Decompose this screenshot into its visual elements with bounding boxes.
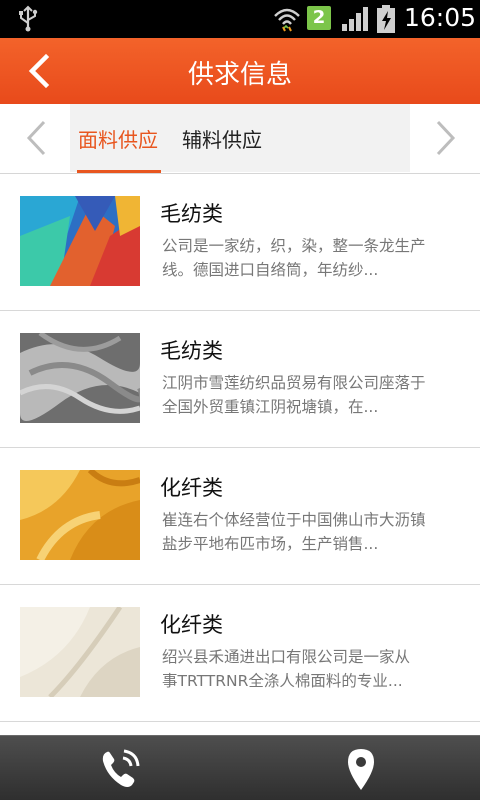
active-tab-indicator	[77, 170, 161, 173]
item-category: 毛纺类	[160, 202, 223, 226]
sim-icon: 2	[307, 6, 331, 30]
phone-icon[interactable]	[97, 746, 143, 792]
tab-accessory-supply[interactable]: 辅料供应	[182, 124, 262, 153]
app-header: 供求信息	[0, 38, 480, 104]
item-description: 崔连右个体经营位于中国佛山市大沥镇 盐步平地布匹市场，生产销售...	[162, 511, 426, 553]
battery-charging-icon	[377, 5, 395, 33]
usb-icon	[19, 5, 38, 32]
product-thumbnail	[20, 196, 140, 286]
list-item[interactable]: 化纤类 绍兴县禾通进出口有限公司是一家从 事TRTTRNR全涤人棉面料的专业..…	[0, 585, 480, 722]
chevron-left-icon	[26, 120, 46, 156]
item-category: 化纤类	[160, 476, 223, 500]
product-thumbnail	[20, 333, 140, 423]
tabs-scroll-left-button[interactable]	[0, 104, 70, 172]
supply-list: 毛纺类 公司是一家纺，织，染，整一条龙生产 线。德国进口自络筒，年纺纱... 毛…	[0, 174, 480, 722]
list-item[interactable]: 毛纺类 公司是一家纺，织，染，整一条龙生产 线。德国进口自络筒，年纺纱...	[0, 174, 480, 311]
item-description: 绍兴县禾通进出口有限公司是一家从 事TRTTRNR全涤人棉面料的专业...	[162, 648, 411, 690]
product-thumbnail	[20, 470, 140, 560]
status-bar: 2 16:05	[0, 0, 480, 38]
status-time: 16:05	[404, 3, 477, 32]
page-title: 供求信息	[187, 60, 292, 90]
wifi-icon	[274, 8, 300, 32]
item-description: 江阴市雪莲纺织品贸易有限公司座落于 全国外贸重镇江阴祝塘镇，在...	[162, 374, 426, 416]
tabs-scroll-right-button[interactable]	[410, 104, 480, 172]
product-thumbnail	[20, 607, 140, 697]
signal-icon	[342, 7, 368, 31]
category-tabs: 面料供应 辅料供应	[0, 104, 480, 174]
list-item[interactable]: 化纤类 崔连右个体经营位于中国佛山市大沥镇 盐步平地布匹市场，生产销售...	[0, 448, 480, 585]
item-description: 公司是一家纺，织，染，整一条龙生产 线。德国进口自络筒，年纺纱...	[162, 237, 426, 279]
tab-fabric-supply[interactable]: 面料供应	[78, 124, 158, 153]
bottom-action-bar	[0, 735, 480, 800]
location-pin-icon[interactable]	[338, 746, 384, 792]
item-category: 化纤类	[160, 613, 223, 637]
item-category: 毛纺类	[160, 339, 223, 363]
chevron-right-icon	[436, 120, 456, 156]
list-item[interactable]: 毛纺类 江阴市雪莲纺织品贸易有限公司座落于 全国外贸重镇江阴祝塘镇，在...	[0, 311, 480, 448]
